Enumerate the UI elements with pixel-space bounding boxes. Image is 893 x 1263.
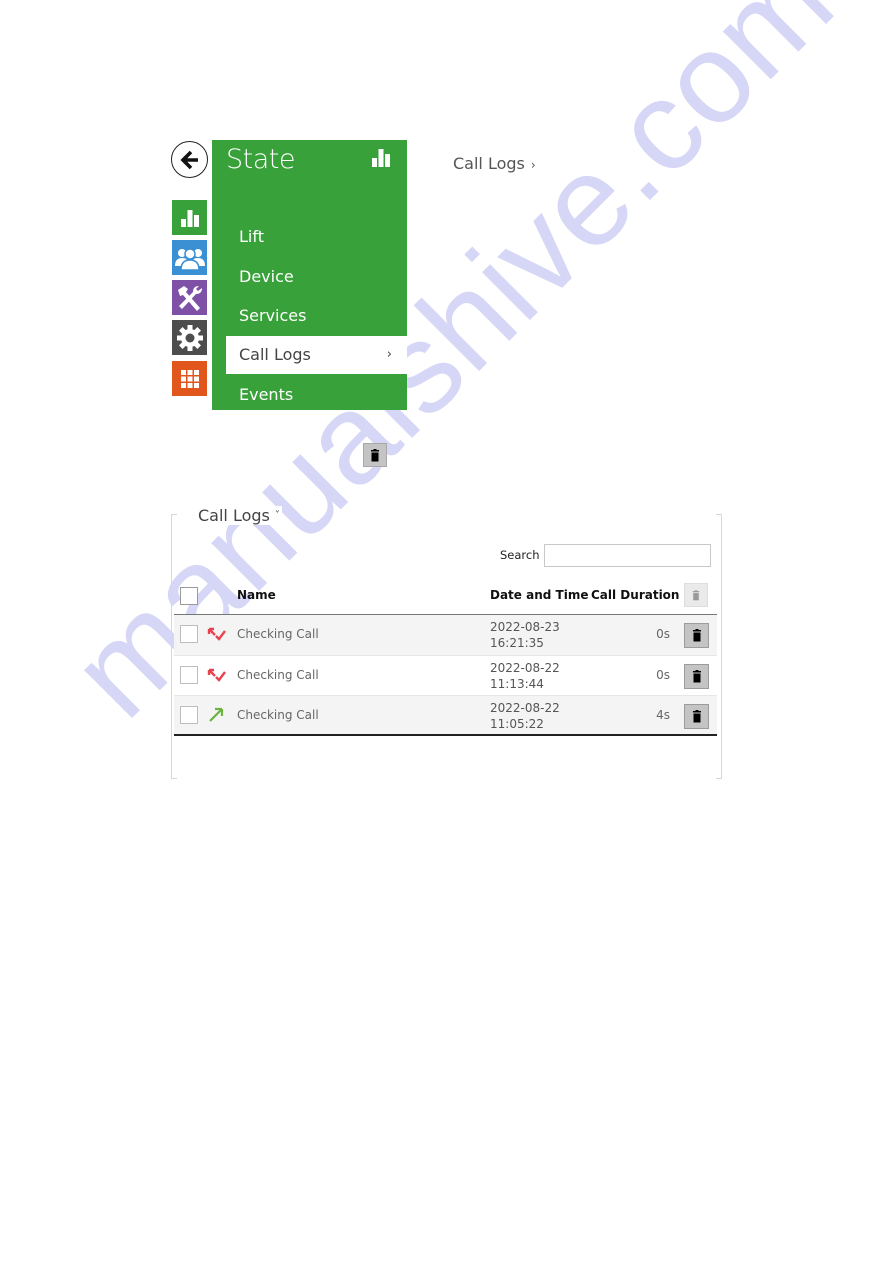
menu-item-services[interactable]: Services (212, 297, 407, 335)
table-row: Checking Call 2022-08-22 11:13:44 0s (174, 655, 717, 695)
rail-services[interactable] (172, 361, 207, 396)
bar-chart-icon (180, 209, 199, 227)
menu-item-events[interactable]: Events (212, 376, 407, 414)
delete-row-button[interactable] (684, 704, 709, 729)
call-name: Checking Call (237, 708, 319, 722)
back-button[interactable] (171, 141, 208, 178)
call-duration: 0s (656, 627, 670, 641)
call-duration: 0s (656, 668, 670, 682)
rail-system[interactable] (172, 320, 207, 355)
call-date: 2022-08-22 (490, 661, 560, 675)
select-all-checkbox[interactable] (180, 587, 198, 605)
row-checkbox[interactable] (180, 706, 198, 724)
chevron-down-icon: ˅ (274, 510, 280, 521)
chevron-right-icon: › (386, 347, 392, 362)
arrow-left-icon (179, 150, 198, 169)
table-row: Checking Call 2022-08-23 16:21:35 0s (174, 615, 717, 655)
column-header-duration[interactable]: Call Duration (591, 588, 679, 602)
breadcrumb-label: Call Logs (453, 154, 525, 173)
column-header-datetime[interactable]: Date and Time (490, 588, 588, 602)
breadcrumb[interactable]: Call Logs › (453, 154, 536, 173)
trash-icon (692, 629, 701, 642)
call-date: 2022-08-22 (490, 701, 560, 715)
call-duration: 4s (656, 708, 670, 722)
menu-title: State (226, 144, 295, 175)
menu-item-device[interactable]: Device (212, 258, 407, 296)
users-icon (174, 247, 205, 271)
menu-item-label: Call Logs (239, 345, 311, 364)
call-datetime: 2022-08-22 11:13:44 (490, 660, 560, 692)
call-datetime: 2022-08-22 11:05:22 (490, 700, 560, 732)
trash-icon (692, 589, 700, 600)
search-label: Search (500, 548, 540, 562)
call-datetime: 2022-08-23 16:21:35 (490, 619, 560, 651)
table-row: Checking Call 2022-08-22 11:05:22 4s (174, 695, 717, 735)
call-date: 2022-08-23 (490, 620, 560, 634)
call-time: 16:21:35 (490, 636, 544, 650)
panel-title-label: Call Logs (198, 506, 270, 525)
table-bottom-divider (174, 734, 717, 736)
grid-icon (180, 369, 199, 388)
row-checkbox[interactable] (180, 666, 198, 684)
tools-icon (177, 285, 202, 311)
state-menu: State Lift Device Services Call Logs › E… (212, 140, 407, 410)
menu-item-lift[interactable]: Lift (212, 218, 407, 256)
call-logs-panel: Call Logs ˅ Search Name Date and Time Cal… (171, 506, 722, 779)
menu-item-call-logs[interactable]: Call Logs › (226, 336, 407, 374)
delete-button-example (363, 443, 387, 467)
call-name: Checking Call (237, 627, 319, 641)
call-logs-title[interactable]: Call Logs ˅ (196, 506, 282, 525)
missed-call-icon (207, 667, 227, 686)
rail-directory[interactable] (172, 240, 207, 275)
bar-chart-icon (371, 148, 391, 172)
row-checkbox[interactable] (180, 625, 198, 643)
column-header-name[interactable]: Name (237, 588, 276, 602)
chevron-right-icon: › (530, 158, 536, 172)
delete-selected-button[interactable] (684, 583, 708, 607)
rail-state[interactable] (172, 200, 207, 235)
rail-hardware[interactable] (172, 280, 207, 315)
gear-icon (176, 324, 203, 351)
search-input[interactable] (544, 544, 711, 567)
trash-icon (692, 670, 701, 683)
trash-icon (692, 710, 701, 723)
delete-row-button[interactable] (684, 623, 709, 648)
call-name: Checking Call (237, 668, 319, 682)
outgoing-call-icon (207, 707, 227, 727)
missed-call-icon (207, 626, 227, 645)
call-time: 11:05:22 (490, 717, 544, 731)
trash-icon (371, 448, 379, 461)
delete-row-button[interactable] (684, 664, 709, 689)
call-time: 11:13:44 (490, 677, 544, 691)
